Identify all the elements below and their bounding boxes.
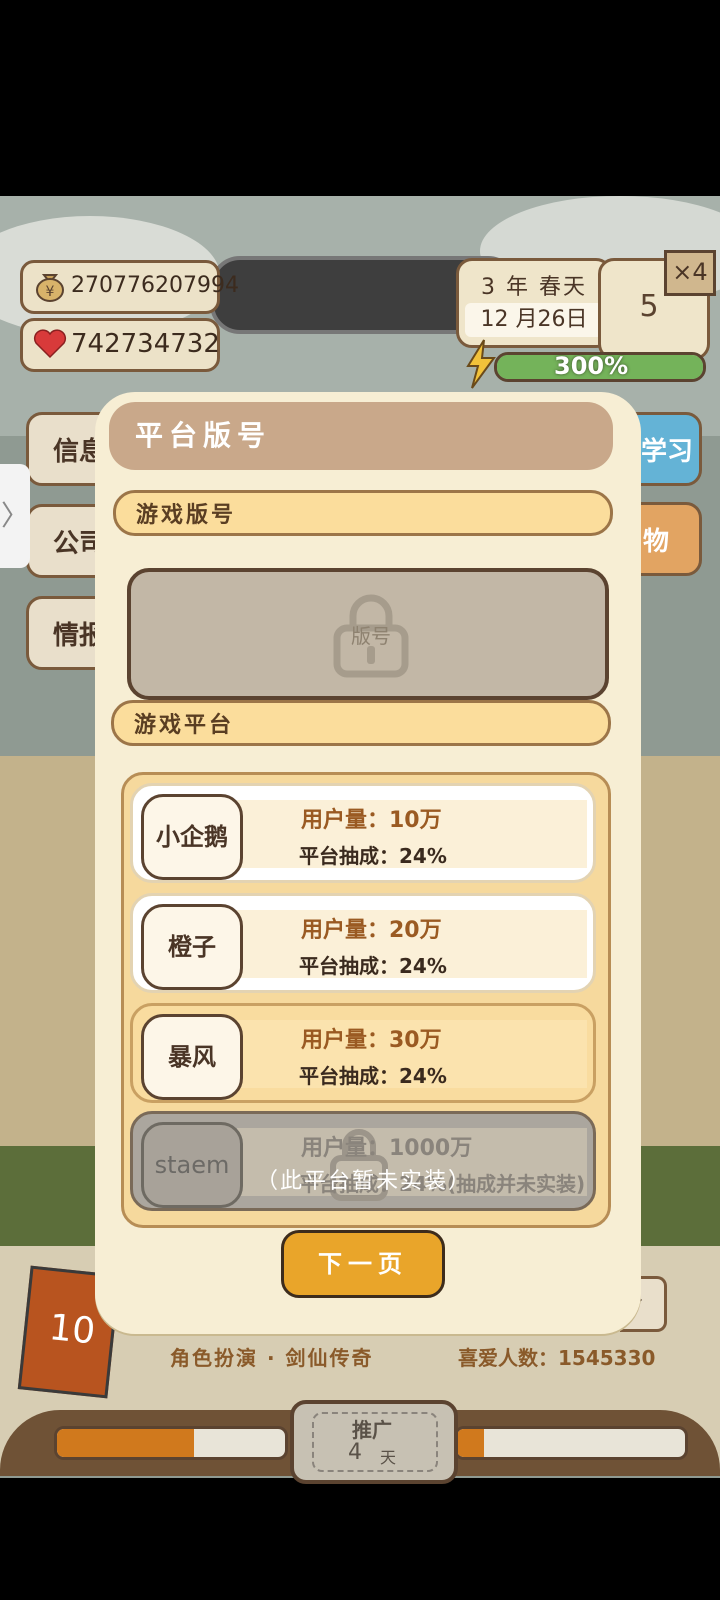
license-placeholder: 版号: [351, 624, 391, 648]
lightning-icon: [466, 339, 496, 389]
license-slot[interactable]: 版号: [127, 568, 609, 700]
platform-name: 小企鹅: [141, 794, 243, 880]
game-cover-number: 10: [47, 1307, 98, 1353]
left-progress-bar: [54, 1426, 288, 1460]
platform-name: 暴风: [141, 1014, 243, 1100]
items-button-label: 物: [643, 527, 670, 557]
promote-unit: 天: [380, 1448, 397, 1467]
date-day: 12 月26日: [465, 303, 603, 337]
platform-users: 用户量：10万: [301, 808, 442, 833]
platform-list: 小企鹅 用户量：10万 平台抽成：24% 橙子 用户量：20万 平台抽成：24%…: [121, 772, 611, 1228]
platform-item-locked: staem 用户量：1000万 平台抽成：24%(抽成并未实装): [130, 1111, 596, 1211]
svg-text:¥: ¥: [46, 284, 55, 300]
speed-multiplier: ×4: [664, 250, 716, 296]
platform-item[interactable]: 小企鹅 用户量：10万 平台抽成：24%: [130, 783, 596, 883]
platform-users: 用户量：30万: [301, 1028, 442, 1053]
platform-license-dialog: 平台版号 游戏版号 版号 游戏平台 小企鹅 用户量：10万 平台抽成：24% 橙…: [95, 392, 641, 1334]
heart-icon: [33, 329, 67, 359]
platform-name: 橙子: [141, 904, 243, 990]
left-progress-fill: [57, 1429, 194, 1457]
right-progress-fill: [457, 1429, 485, 1457]
dialog-title: 平台版号: [109, 402, 613, 470]
side-drawer-toggle[interactable]: 〉: [0, 464, 30, 568]
energy-percent: 300%: [554, 352, 629, 380]
right-progress-bar: [454, 1426, 688, 1460]
game-fans-label: 喜爱人数：: [458, 1346, 558, 1370]
platform-users: 用户量：1000万: [301, 1136, 473, 1161]
date-year: 3 年 春天: [481, 275, 587, 300]
promote-button[interactable]: 推广 4 天: [290, 1400, 458, 1484]
game-fans-count: 1545330: [558, 1346, 656, 1370]
platform-cut: 平台抽成：24%: [299, 954, 447, 978]
fans-value: 742734732: [71, 329, 220, 359]
money-bag-icon: ¥: [36, 274, 64, 302]
chevron-right-icon: 〉: [0, 499, 29, 532]
platform-cut: 平台抽成：24%: [299, 844, 447, 868]
next-page-button[interactable]: 下一页: [281, 1230, 445, 1298]
promote-days: 4: [348, 1440, 362, 1465]
money-display: ¥ 270776207994: [20, 260, 239, 314]
game-genre: 角色扮演 · 剑仙传奇: [170, 1346, 374, 1370]
game-fans: 喜爱人数：1545330: [458, 1342, 655, 1371]
platform-item[interactable]: 橙子 用户量：20万 平台抽成：24%: [130, 893, 596, 993]
platform-item-selected[interactable]: 暴风 用户量：30万 平台抽成：24%: [130, 1003, 596, 1103]
platform-cut: 平台抽成：24%: [299, 1064, 447, 1088]
platform-users: 用户量：20万: [301, 918, 442, 943]
platform-section-header: 游戏平台: [111, 700, 611, 746]
money-value: 270776207994: [71, 273, 239, 298]
study-button-label: 学习: [641, 437, 694, 467]
fans-display: 742734732: [20, 318, 220, 372]
platform-locked-note: （此平台暂未实装）: [255, 1169, 472, 1194]
promote-label: 推广: [352, 1418, 392, 1442]
date-panel: 3 年 春天 12 月26日: [456, 258, 612, 348]
license-section-header: 游戏版号: [113, 490, 613, 536]
